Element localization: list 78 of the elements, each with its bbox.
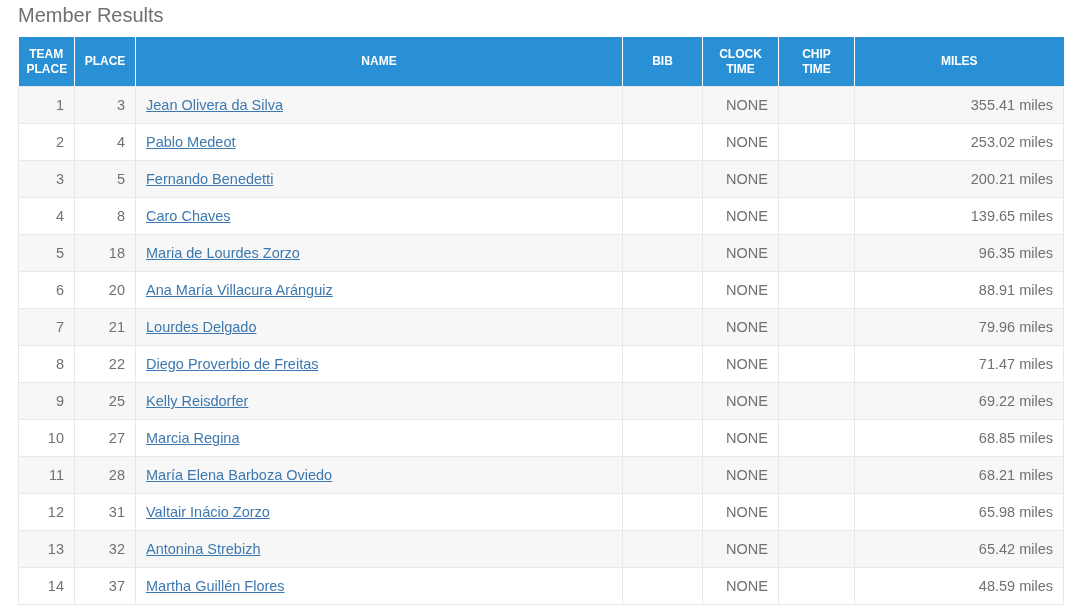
clock-time-text: NONE (726, 171, 768, 187)
member-name-link[interactable]: Maria de Lourdes Zorzo (146, 245, 300, 261)
clock-time-text: NONE (726, 504, 768, 520)
place-text: 28 (108, 467, 125, 483)
miles-text: 65.98 miles (978, 504, 1053, 520)
team-place-text: 14 (47, 578, 64, 594)
miles-text: 65.42 miles (978, 541, 1053, 557)
team-place-text: 2 (55, 134, 64, 150)
place-text: 21 (108, 319, 125, 335)
member-name-link[interactable]: Antonina Strebizh (146, 541, 261, 557)
place-text: 37 (108, 578, 125, 594)
place-text: 25 (108, 393, 125, 409)
member-name-link[interactable]: Ana María Villacura Aránguiz (146, 282, 333, 298)
column-header: NAME (135, 37, 623, 87)
column-header: MILES (854, 37, 1064, 87)
clock-time-text: NONE (726, 97, 768, 113)
team-place-text: 7 (55, 319, 64, 335)
column-header: CHIP TIME (778, 37, 855, 87)
team-place-text: 8 (55, 356, 64, 372)
miles-text: 68.21 miles (978, 467, 1053, 483)
column-header: BIB (622, 37, 703, 87)
member-name-link[interactable]: Marcia Regina (146, 430, 240, 446)
miles-text: 48.59 miles (978, 578, 1053, 594)
clock-time-text: NONE (726, 134, 768, 150)
place-text: 31 (108, 504, 125, 520)
miles-text: 69.22 miles (978, 393, 1053, 409)
miles-text: 71.47 miles (978, 356, 1053, 372)
member-name-link[interactable]: Martha Guillén Flores (146, 578, 285, 594)
column-header: CLOCK TIME (702, 37, 779, 87)
clock-time-text: NONE (726, 282, 768, 298)
member-name-link[interactable]: María Elena Barboza Oviedo (146, 467, 333, 483)
place-text: 27 (108, 430, 125, 446)
clock-time-text: NONE (726, 245, 768, 261)
clock-time-text: NONE (726, 430, 768, 446)
miles-text: 88.91 miles (978, 282, 1053, 298)
miles-text: 200.21 miles (970, 171, 1053, 187)
place-text: 3 (116, 97, 125, 113)
team-place-text: 4 (55, 208, 64, 224)
place-text: 22 (108, 356, 125, 372)
clock-time-text: NONE (726, 578, 768, 594)
member-name-link[interactable]: Valtair Inácio Zorzo (146, 504, 270, 520)
member-name-link[interactable]: Pablo Medeot (146, 134, 236, 150)
clock-time-text: NONE (726, 393, 768, 409)
clock-time-text: NONE (726, 208, 768, 224)
place-text: 18 (108, 245, 125, 261)
column-header: PLACE (74, 37, 136, 87)
place-text: 4 (116, 134, 125, 150)
miles-text: 355.41 miles (970, 97, 1053, 113)
member-name-link[interactable]: Jean Olivera da Silva (146, 97, 283, 113)
place-text: 32 (108, 541, 125, 557)
miles-text: 96.35 miles (978, 245, 1053, 261)
clock-time-text: NONE (726, 356, 768, 372)
team-place-text: 13 (47, 541, 64, 557)
team-place-text: 11 (48, 467, 64, 483)
clock-time-text: NONE (726, 541, 768, 557)
place-text: 8 (116, 208, 125, 224)
miles-text: 139.65 miles (970, 208, 1053, 224)
miles-text: 253.02 miles (970, 134, 1053, 150)
team-place-text: 6 (55, 282, 64, 298)
team-place-text: 10 (47, 430, 64, 446)
miles-text: 79.96 miles (978, 319, 1053, 335)
team-place-text: 5 (55, 245, 64, 261)
miles-text: 68.85 miles (978, 430, 1053, 446)
member-name-link[interactable]: Lourdes Delgado (146, 319, 257, 335)
team-place-text: 9 (55, 393, 64, 409)
team-place-text: 12 (47, 504, 64, 520)
clock-time-text: NONE (726, 319, 768, 335)
page-title: Member Results (18, 3, 165, 28)
place-text: 5 (116, 171, 125, 187)
team-place-text: 1 (55, 97, 64, 113)
place-text: 20 (108, 282, 125, 298)
column-header: TEAM PLACE (18, 37, 75, 87)
member-name-link[interactable]: Diego Proverbio de Freitas (146, 356, 319, 372)
member-name-link[interactable]: Caro Chaves (146, 208, 231, 224)
team-place-text: 3 (55, 171, 64, 187)
member-name-link[interactable]: Kelly Reisdorfer (146, 393, 249, 409)
member-name-link[interactable]: Fernando Benedetti (146, 171, 274, 187)
clock-time-text: NONE (726, 467, 768, 483)
